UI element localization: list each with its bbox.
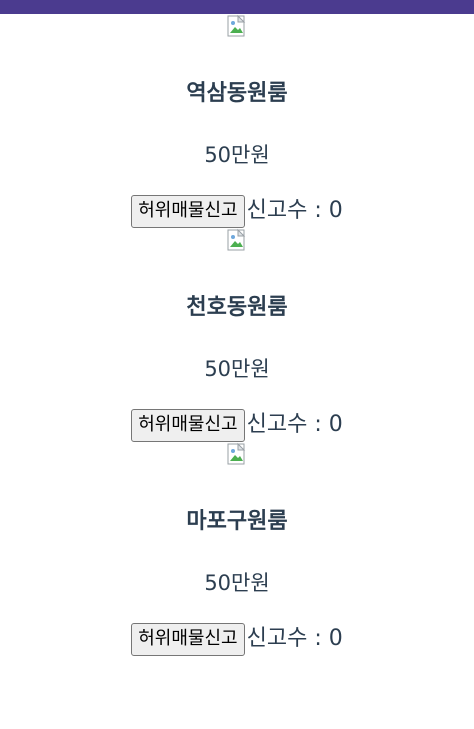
top-bar: [0, 0, 474, 14]
listing-item: 천호동원룸 50만원 허위매물신고 신고수 : 0: [0, 228, 474, 442]
report-count: 신고수 : 0: [246, 412, 343, 437]
report-count: 신고수 : 0: [246, 198, 343, 223]
report-fake-listing-button[interactable]: 허위매물신고: [131, 622, 245, 656]
report-row: 허위매물신고 신고수 : 0: [131, 194, 343, 228]
report-fake-listing-button[interactable]: 허위매물신고: [131, 194, 245, 228]
broken-image-icon: [225, 14, 249, 38]
report-fake-listing-button[interactable]: 허위매물신고: [131, 408, 245, 442]
listing-price: 50만원: [204, 571, 270, 595]
report-count: 신고수 : 0: [246, 626, 343, 651]
listing-item: 마포구원룸 50만원 허위매물신고 신고수 : 0: [0, 442, 474, 656]
listing-title: 마포구원룸: [186, 509, 288, 534]
report-row: 허위매물신고 신고수 : 0: [131, 408, 343, 442]
listing-item: 역삼동원룸 50만원 허위매물신고 신고수 : 0: [0, 14, 474, 228]
listing-title: 역삼동원룸: [186, 81, 288, 106]
broken-image-icon: [225, 228, 249, 252]
listing-price: 50만원: [204, 143, 270, 167]
report-row: 허위매물신고 신고수 : 0: [131, 622, 343, 656]
listing-price: 50만원: [204, 357, 270, 381]
broken-image-icon: [225, 442, 249, 466]
listing-title: 천호동원룸: [186, 295, 288, 320]
